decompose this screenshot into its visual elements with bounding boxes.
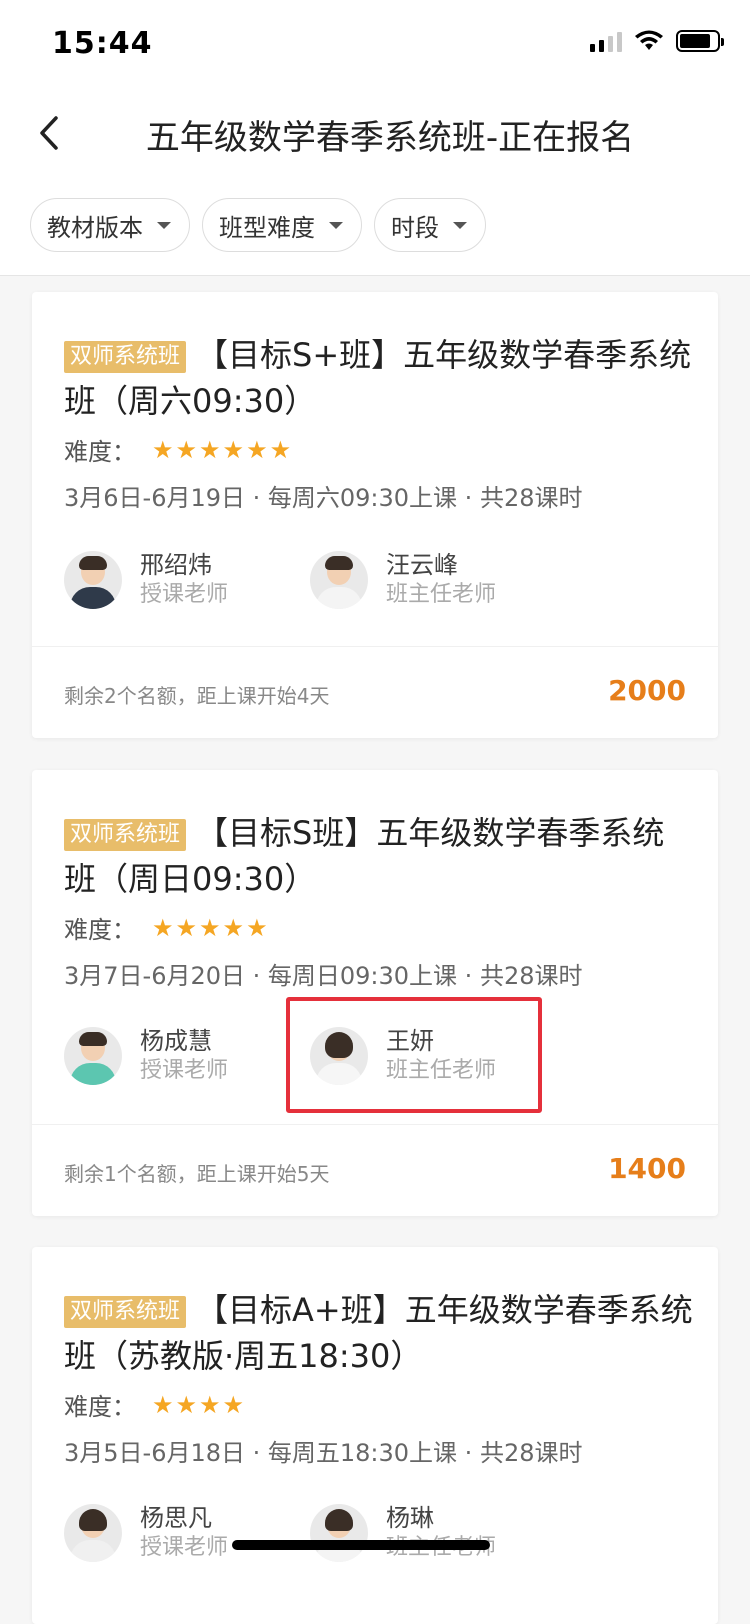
teacher-role: 班主任老师: [386, 582, 497, 607]
course-title: 双师系统班 【目标S班】五年级数学春季系统班（周日09:30）: [64, 810, 694, 902]
teacher-name: 邢绍炜: [140, 551, 212, 579]
wifi-icon: [635, 30, 663, 50]
teacher-item[interactable]: 杨成慧 授课老师: [64, 1026, 228, 1086]
teacher-name: 王妍: [386, 1027, 434, 1055]
star-icon: ★: [269, 435, 292, 464]
teacher-item[interactable]: 汪云峰 班主任老师: [310, 550, 496, 610]
status-time: 15:44: [52, 26, 153, 61]
filter-timeslot[interactable]: 时段: [374, 198, 486, 252]
teacher-name: 杨琳: [386, 1504, 434, 1532]
header-area: 15:44 五年级数学春季系统班-正在报名 教材版本 班型难度 时段: [0, 0, 750, 276]
difficulty-stars: ★ ★ ★ ★ ★: [152, 916, 268, 940]
teacher-avatar: [64, 1027, 122, 1085]
difficulty-label: 难度：: [64, 438, 136, 466]
status-icons: [590, 30, 724, 52]
teacher-avatar: [64, 1504, 122, 1562]
star-icon: ★: [175, 1390, 198, 1419]
teacher-avatar: [310, 551, 368, 609]
signal-icon: [590, 30, 622, 52]
star-icon: ★: [199, 1390, 221, 1419]
remaining-seats: 剩余1个名额，距上课开始5天: [64, 1162, 330, 1186]
teacher-role: 班主任老师: [386, 1058, 497, 1083]
course-badge: 双师系统班: [64, 1296, 187, 1328]
filter-bar: 教材版本 班型难度 时段: [30, 198, 486, 252]
difficulty-stars: ★ ★ ★ ★: [152, 1393, 244, 1417]
difficulty-row: 难度： ★ ★ ★ ★: [64, 1387, 244, 1422]
caret-down-icon: [157, 221, 171, 229]
difficulty-label: 难度：: [64, 1393, 136, 1421]
course-schedule: 3月7日-6月20日 · 每周日09:30上课 · 共28课时: [64, 962, 583, 990]
teacher-item[interactable]: 邢绍炜 授课老师: [64, 550, 228, 610]
divider: [0, 275, 750, 276]
course-title: 双师系统班 【目标S+班】五年级数学春季系统班（周六09:30）: [64, 332, 694, 424]
filter-difficulty[interactable]: 班型难度: [202, 198, 362, 252]
star-icon: ★: [175, 913, 198, 942]
star-icon: ★: [152, 1390, 174, 1419]
difficulty-row: 难度： ★ ★ ★ ★ ★ ★: [64, 432, 291, 467]
course-title: 双师系统班 【目标A+班】五年级数学春季系统班（苏教版·周五18:30）: [64, 1287, 694, 1379]
filter-label: 教材版本: [47, 213, 143, 242]
battery-icon: [676, 30, 724, 52]
teacher-avatar: [310, 1027, 368, 1085]
page-title: 五年级数学春季系统班-正在报名: [145, 118, 635, 158]
filter-label: 时段: [391, 213, 439, 242]
teacher-name: 汪云峰: [386, 551, 458, 579]
caret-down-icon: [329, 221, 343, 229]
teacher-item[interactable]: 杨琳 班主任老师: [310, 1503, 496, 1563]
difficulty-label: 难度：: [64, 916, 136, 944]
course-badge: 双师系统班: [64, 819, 187, 851]
difficulty-stars: ★ ★ ★ ★ ★ ★: [152, 438, 291, 462]
card-divider: [32, 1124, 718, 1125]
teacher-role: 授课老师: [140, 1058, 229, 1083]
course-card[interactable]: 双师系统班 【目标S班】五年级数学春季系统班（周日09:30） 难度： ★ ★ ★ ★ ★…: [32, 770, 718, 1216]
teacher-role: 授课老师: [140, 1535, 229, 1560]
teacher-avatar: [310, 1504, 368, 1562]
course-badge: 双师系统班: [64, 341, 187, 373]
star-icon: ★: [246, 913, 268, 942]
nav-bar: 五年级数学春季系统班-正在报名: [0, 88, 750, 180]
home-indicator: [232, 1540, 490, 1550]
course-schedule: 3月5日-6月18日 · 每周五18:30上课 · 共28课时: [64, 1439, 583, 1467]
star-icon: ★: [199, 435, 221, 464]
teacher-avatar: [64, 551, 122, 609]
filter-textbook[interactable]: 教材版本: [30, 198, 190, 252]
star-icon: ★: [152, 435, 174, 464]
course-price: 1400: [608, 1152, 686, 1185]
status-bar: 15:44: [0, 0, 750, 88]
teacher-item[interactable]: 杨思凡 授课老师: [64, 1503, 228, 1563]
teacher-name: 杨思凡: [140, 1504, 212, 1532]
star-icon: ★: [175, 435, 198, 464]
filter-label: 班型难度: [219, 213, 315, 242]
card-divider: [32, 646, 718, 647]
teacher-item[interactable]: 王妍 班主任老师: [310, 1026, 496, 1086]
star-icon: ★: [222, 435, 245, 464]
course-price: 2000: [608, 674, 686, 707]
course-card[interactable]: 双师系统班 【目标S+班】五年级数学春季系统班（周六09:30） 难度： ★ ★ ★ ★…: [32, 292, 718, 738]
star-icon: ★: [222, 1390, 245, 1419]
star-icon: ★: [222, 913, 245, 942]
star-icon: ★: [246, 435, 268, 464]
course-card[interactable]: 双师系统班 【目标A+班】五年级数学春季系统班（苏教版·周五18:30） 难度： …: [32, 1247, 718, 1624]
difficulty-row: 难度： ★ ★ ★ ★ ★: [64, 910, 268, 945]
star-icon: ★: [152, 913, 174, 942]
remaining-seats: 剩余2个名额，距上课开始4天: [64, 684, 330, 708]
star-icon: ★: [199, 913, 221, 942]
teacher-role: 授课老师: [140, 582, 229, 607]
caret-down-icon: [453, 221, 467, 229]
course-schedule: 3月6日-6月19日 · 每周六09:30上课 · 共28课时: [64, 484, 583, 512]
teacher-name: 杨成慧: [140, 1027, 212, 1055]
